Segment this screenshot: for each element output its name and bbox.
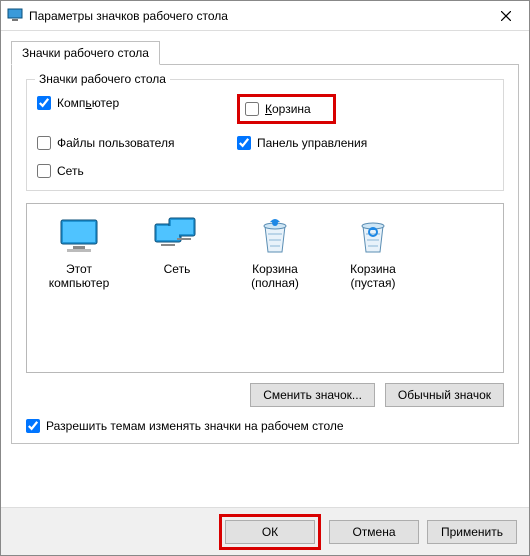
dialog-footer: ОК Отмена Применить [1, 507, 529, 555]
checkbox-2[interactable]: Файлы пользователя [37, 134, 237, 152]
apply-button[interactable]: Применить [427, 520, 517, 544]
dialog-window: Параметры значков рабочего стола Значки … [0, 0, 530, 556]
cancel-button[interactable]: Отмена [329, 520, 419, 544]
icon-label-1: Сеть [133, 262, 221, 276]
icon-label-3: Корзина(пустая) [329, 262, 417, 291]
icon-item-2[interactable]: Корзина(полная) [231, 216, 319, 291]
titlebar: Параметры значков рабочего стола [1, 1, 529, 31]
content-area: Значки рабочего стола Значки рабочего ст… [1, 31, 529, 444]
icon-item-3[interactable]: Корзина(пустая) [329, 216, 417, 291]
ok-button[interactable]: ОК [225, 520, 315, 544]
icon-label-2: Корзина(полная) [231, 262, 319, 291]
checkbox-grid: Компьютер Корзина Файлы пользователя Панель… [37, 94, 493, 180]
checkbox-4[interactable]: Сеть [37, 162, 237, 180]
ok-highlight: ОК [219, 514, 321, 550]
icon-item-0[interactable]: Этот компьютер [35, 216, 123, 291]
allow-themes-checkbox[interactable] [26, 419, 40, 433]
checkbox-0[interactable]: Компьютер [37, 94, 237, 112]
allow-themes-label: Разрешить темам изменять значки на рабоч… [46, 419, 344, 433]
icon-preview-box: Этот компьютер Сеть Корзина(полная) Корзина… [26, 203, 504, 373]
change-icon-button[interactable]: Сменить значок... [250, 383, 375, 407]
default-icon-button[interactable]: Обычный значок [385, 383, 504, 407]
icon-label-0: Этот компьютер [35, 262, 123, 291]
checkbox-label-1: Корзина [265, 102, 311, 116]
close-button[interactable] [483, 1, 529, 31]
checkbox-1[interactable]: Корзина [245, 100, 311, 118]
group-desktop-icons: Значки рабочего стола КомпьютерКорзинаФа… [26, 79, 504, 191]
icon-buttons-row: Сменить значок... Обычный значок [26, 383, 504, 407]
icon-row: Этот компьютер Сеть Корзина(полная) Корзина… [35, 216, 495, 291]
tab-panel: Значки рабочего стола Компьютер Корзина Фа… [11, 64, 519, 444]
checkbox-input-3[interactable] [237, 136, 251, 150]
checkbox-label-2: Файлы пользователя [57, 136, 174, 150]
highlight-recycle-bin: Корзина [237, 94, 336, 124]
app-icon [7, 6, 23, 25]
close-icon [501, 11, 511, 21]
group-legend: Значки рабочего стола [35, 72, 170, 86]
checkbox-input-2[interactable] [37, 136, 51, 150]
tab-desktop-icons[interactable]: Значки рабочего стола [11, 41, 160, 65]
checkbox-input-1[interactable] [245, 102, 259, 116]
checkbox-label-3: Панель управления [257, 136, 367, 150]
checkbox-label-4: Сеть [57, 164, 84, 178]
checkbox-3[interactable]: Панель управления [237, 134, 437, 152]
tab-strip: Значки рабочего стола [11, 41, 519, 65]
checkbox-input-4[interactable] [37, 164, 51, 178]
checkbox-label-0: Компьютер [57, 96, 119, 110]
checkbox-input-0[interactable] [37, 96, 51, 110]
window-title: Параметры значков рабочего стола [29, 9, 483, 23]
icon-item-1[interactable]: Сеть [133, 216, 221, 291]
allow-themes-row[interactable]: Разрешить темам изменять значки на рабоч… [26, 419, 504, 433]
